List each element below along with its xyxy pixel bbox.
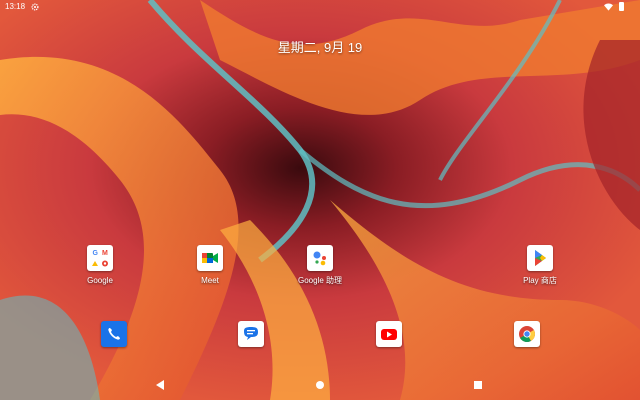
date-widget[interactable]: 星期二, 9月 19 [250,37,390,56]
play-store-icon [527,245,553,271]
home-icon[interactable] [315,380,325,390]
google-folder-icon: G M [87,245,113,271]
chrome-icon [514,321,540,347]
dock-youtube[interactable] [354,321,424,347]
dock-messages[interactable] [216,321,286,347]
app-google[interactable]: G M Google [65,245,135,286]
youtube-icon [376,321,402,347]
app-label: Play 商店 [523,276,557,285]
assistant-icon [307,245,333,271]
app-meet[interactable]: Meet [175,245,245,286]
back-icon[interactable] [156,380,166,390]
svg-text:G: G [93,250,99,257]
svg-text:M: M [102,250,108,257]
battery-icon [619,2,624,11]
wifi-icon [604,3,613,11]
dock-phone[interactable] [79,321,149,347]
app-label: Google 助理 [297,276,343,285]
app-play-store[interactable]: Play 商店 [505,245,575,286]
app-label: Meet [201,276,219,285]
messages-icon [238,321,264,347]
dock-chrome[interactable] [492,321,562,347]
meet-icon [197,245,223,271]
app-label: Google [87,276,113,285]
recents-icon[interactable] [473,380,483,390]
gear-icon [31,3,39,11]
status-bar: 13:18 [0,0,640,14]
phone-icon [101,321,127,347]
app-assistant[interactable]: Google 助理 [285,245,355,286]
status-time: 13:18 [5,2,26,11]
